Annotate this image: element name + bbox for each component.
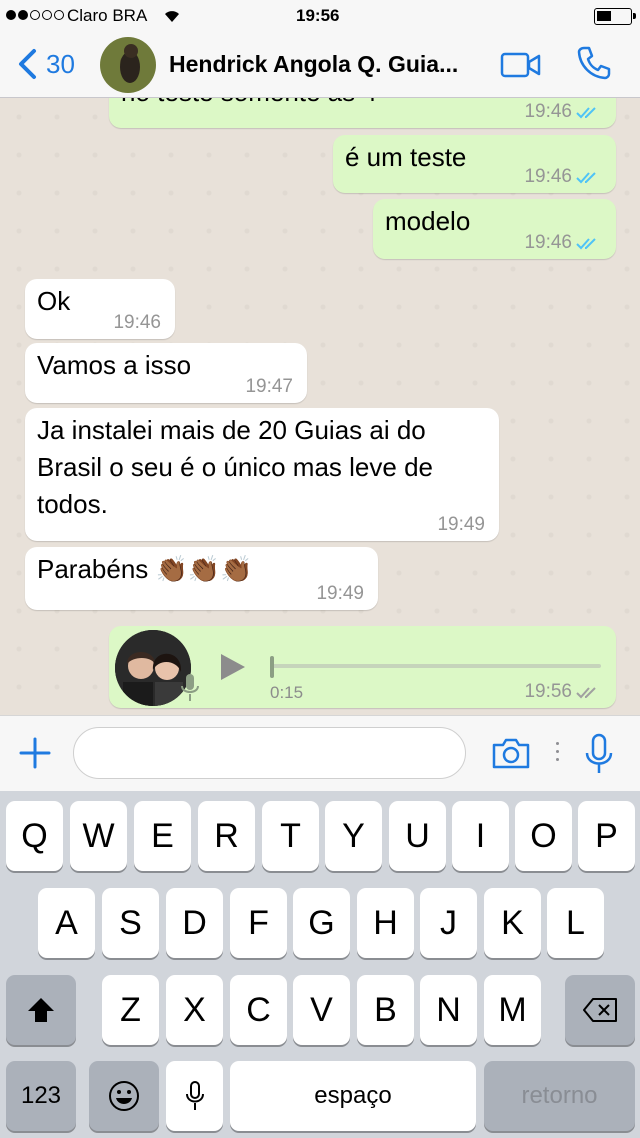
message-time: 19:46: [113, 312, 161, 333]
message-bubble-outgoing[interactable]: modelo 19:46: [373, 199, 616, 259]
backspace-key[interactable]: [565, 975, 635, 1045]
dictation-key[interactable]: [166, 1061, 223, 1131]
delivered-ticks-icon: [576, 687, 596, 699]
key-u[interactable]: U: [389, 801, 446, 871]
message-bubble-outgoing[interactable]: é um teste 19:46: [333, 135, 616, 193]
microphone-icon: [181, 674, 199, 701]
chevron-left-icon: [19, 49, 36, 79]
key-b[interactable]: B: [357, 975, 414, 1045]
emoji-icon: [109, 1081, 139, 1111]
key-t[interactable]: T: [262, 801, 319, 871]
key-o[interactable]: O: [515, 801, 572, 871]
key-c[interactable]: C: [230, 975, 287, 1045]
message-bubble-outgoing[interactable]: no teste somente as 4 19:46: [109, 98, 616, 128]
numbers-key[interactable]: 123: [6, 1061, 76, 1131]
microphone-icon[interactable]: [584, 733, 614, 775]
shift-key[interactable]: [6, 975, 76, 1045]
play-icon[interactable]: [218, 652, 248, 682]
shift-icon: [28, 998, 54, 1022]
message-time: 19:46: [524, 166, 572, 187]
key-d[interactable]: D: [166, 888, 223, 958]
phone-call-icon[interactable]: [576, 45, 612, 81]
message-bubble-incoming[interactable]: Ok 19:46: [25, 279, 175, 339]
plus-icon[interactable]: [18, 736, 52, 770]
microphone-icon: [185, 1081, 204, 1110]
read-ticks-icon: [576, 238, 596, 250]
message-time: 19:47: [245, 376, 293, 397]
keyboard: Q W E R T Y U I O P A S D F G H J K L Z …: [0, 791, 640, 1138]
emoji-key[interactable]: [89, 1061, 159, 1131]
key-m[interactable]: M: [484, 975, 541, 1045]
chat-header: 30 Hendrick Angola Q. Guia...: [0, 32, 640, 98]
video-call-icon[interactable]: [500, 52, 542, 78]
space-key[interactable]: espaço: [230, 1061, 476, 1131]
status-time: 19:56: [296, 6, 340, 25]
key-f[interactable]: F: [230, 888, 287, 958]
key-l[interactable]: L: [547, 888, 604, 958]
signal-strength-icon: [6, 10, 64, 20]
key-p[interactable]: P: [578, 801, 635, 871]
message-time: 19:46: [524, 232, 572, 253]
divider-dots: [556, 742, 559, 745]
message-bubble-incoming[interactable]: Vamos a isso 19:47: [25, 343, 307, 403]
key-i[interactable]: I: [452, 801, 509, 871]
key-v[interactable]: V: [293, 975, 350, 1045]
back-button[interactable]: 30: [16, 48, 75, 80]
message-time: 19:49: [437, 514, 485, 535]
contact-avatar[interactable]: [100, 37, 156, 93]
message-time: 19:49: [316, 583, 364, 604]
unread-count: 30: [46, 48, 75, 79]
read-ticks-icon: [576, 172, 596, 184]
carrier-name: Claro BRA: [67, 6, 148, 25]
voice-progress-track[interactable]: [271, 664, 601, 668]
contact-name[interactable]: Hendrick Angola Q. Guia...: [169, 51, 479, 78]
voice-progress-handle[interactable]: [270, 656, 274, 678]
read-ticks-icon: [576, 107, 596, 119]
key-w[interactable]: W: [70, 801, 127, 871]
key-y[interactable]: Y: [325, 801, 382, 871]
key-r[interactable]: R: [198, 801, 255, 871]
message-time: 19:46: [524, 101, 572, 122]
key-x[interactable]: X: [166, 975, 223, 1045]
key-g[interactable]: G: [293, 888, 350, 958]
message-text: Ja instalei mais de 20 Guias ai do Brasi…: [37, 415, 433, 519]
key-q[interactable]: Q: [6, 801, 63, 871]
key-j[interactable]: J: [420, 888, 477, 958]
message-bubble-incoming[interactable]: Ja instalei mais de 20 Guias ai do Brasi…: [25, 408, 499, 541]
camera-icon[interactable]: [491, 736, 531, 770]
key-n[interactable]: N: [420, 975, 477, 1045]
wifi-icon: [165, 11, 179, 22]
backspace-icon: [583, 998, 617, 1022]
return-key[interactable]: retorno: [484, 1061, 635, 1131]
key-h[interactable]: H: [357, 888, 414, 958]
key-s[interactable]: S: [102, 888, 159, 958]
message-time: 19:56: [524, 681, 572, 702]
key-z[interactable]: Z: [102, 975, 159, 1045]
battery-icon: [594, 8, 636, 25]
key-a[interactable]: A: [38, 888, 95, 958]
message-list[interactable]: no teste somente as 4 19:46 é um teste 1…: [0, 98, 640, 715]
key-k[interactable]: K: [484, 888, 541, 958]
voice-duration: 0:15: [270, 683, 304, 702]
compose-bar: [0, 715, 640, 791]
message-input[interactable]: [73, 727, 466, 779]
key-e[interactable]: E: [134, 801, 191, 871]
status-bar: Claro BRA 19:56: [0, 0, 640, 32]
message-bubble-incoming[interactable]: Parabéns 👏🏾👏🏾👏🏾 19:49: [25, 547, 378, 610]
